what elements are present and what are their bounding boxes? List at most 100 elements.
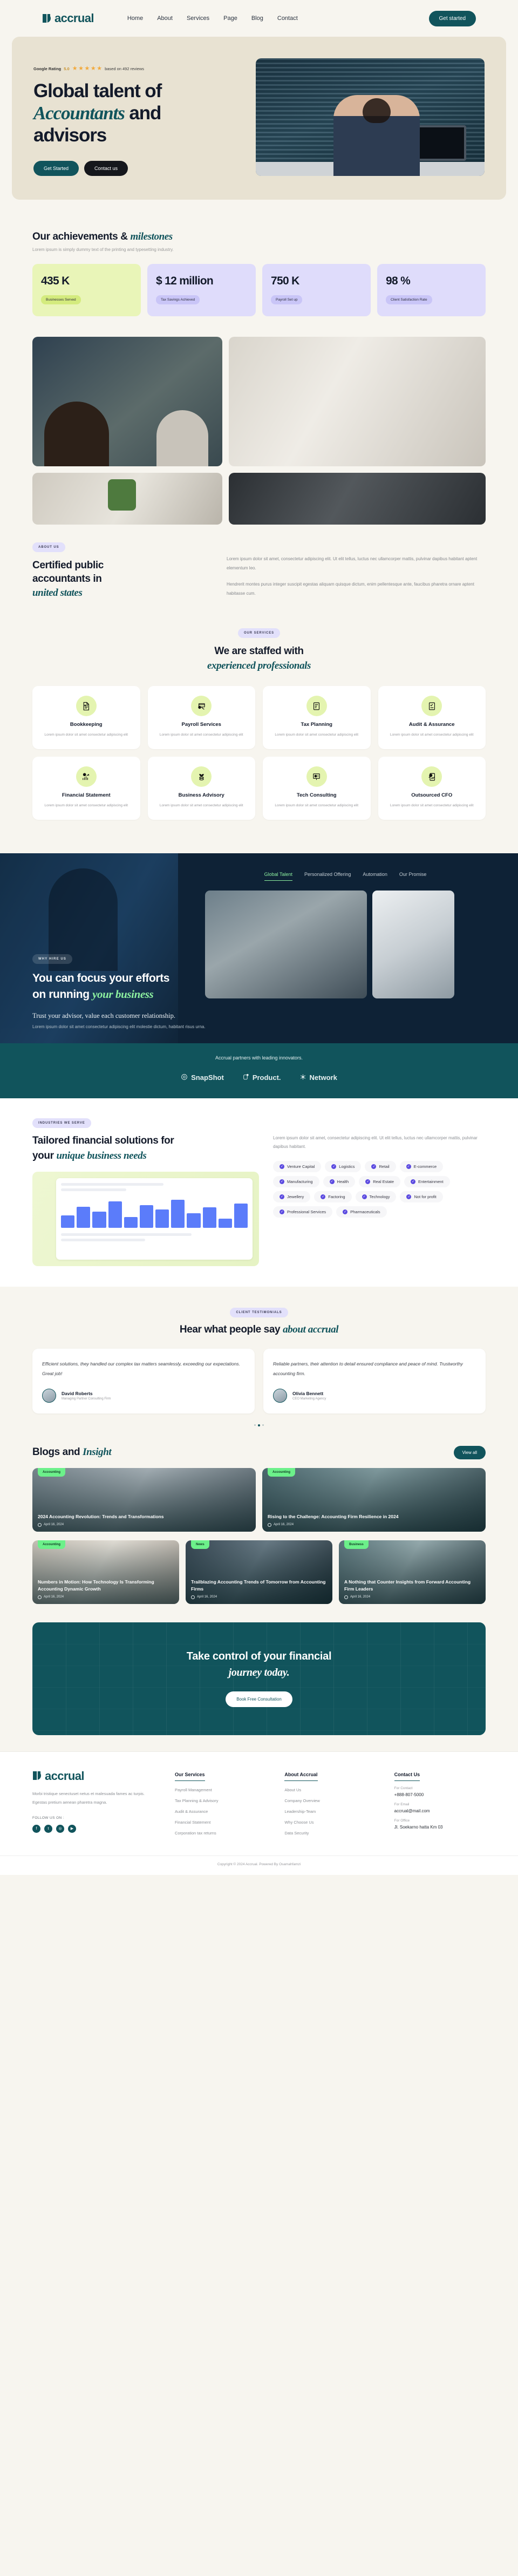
tab-personalized-offering[interactable]: Personalized Offering: [304, 872, 351, 881]
nav-item-blog[interactable]: Blog: [251, 15, 263, 22]
blog-card[interactable]: Accounting 2024 Accounting Revolution: T…: [32, 1467, 256, 1532]
accrual-logo-mark: [32, 1771, 42, 1781]
hero-title-and: and: [124, 102, 161, 124]
industry-tag[interactable]: ✓ Venture Capital: [273, 1160, 322, 1172]
view-all-button[interactable]: View all: [453, 1445, 486, 1459]
blog-card[interactable]: Accounting Rising to the Challenge: Acco…: [262, 1467, 486, 1532]
clock-icon: [191, 1595, 195, 1599]
industry-tag[interactable]: ✓ Manufacturing: [273, 1175, 319, 1187]
blog-card[interactable]: Business A Nothing that Counter Insights…: [339, 1540, 486, 1604]
footer-phone-label: For Contact: [394, 1786, 413, 1790]
dashboard-line: [61, 1239, 145, 1242]
footer-link-payroll-management[interactable]: Payroll Management: [175, 1787, 266, 1792]
footer-email-value[interactable]: accrual@mail.com: [394, 1809, 486, 1813]
tab-global-talent[interactable]: Global Talent: [264, 872, 292, 881]
industry-tag[interactable]: ✓ Real Estate: [359, 1175, 400, 1187]
service-card[interactable]: Tech Consulting Lorem ipsum dolor sit am…: [263, 757, 371, 820]
why-hire-us-section: WHY HIRE US You can focus your efforts o…: [0, 853, 518, 1043]
service-card[interactable]: Tax Planning Lorem ipsum dolor sit amet …: [263, 686, 371, 750]
testimonial-author: Olivia Bennett CEO Marketing Agency: [273, 1388, 476, 1403]
blog-date: April 16, 2024: [350, 1595, 371, 1599]
industry-tag[interactable]: ✓ Health: [323, 1175, 356, 1187]
partner-product[interactable]: Product.: [242, 1073, 281, 1082]
industry-tag[interactable]: ✓ Logistics: [325, 1160, 362, 1172]
blog-tag: Business: [344, 1540, 369, 1549]
carousel-dot[interactable]: [262, 1424, 264, 1426]
check-icon: ✓: [329, 1179, 335, 1184]
footer-email-label: For Email: [394, 1802, 410, 1806]
check-icon: ✓: [362, 1194, 367, 1199]
footer-link-audit-assurance[interactable]: Audit & Assurance: [175, 1809, 266, 1814]
carousel-dot[interactable]: [254, 1424, 256, 1426]
get-started-button[interactable]: Get started: [428, 10, 476, 26]
audit-checklist-icon: [421, 696, 442, 717]
industries-inner: INDUSTRIES WE SERVE Tailored financial s…: [32, 1117, 486, 1267]
industry-tag[interactable]: ✓ Professional Services: [273, 1206, 333, 1218]
industry-tag[interactable]: ✓ Technology: [355, 1191, 397, 1202]
instagram-icon[interactable]: ◎: [56, 1824, 64, 1833]
star-icon: ★: [72, 65, 78, 72]
industry-tag-label: Pharmaceuticals: [350, 1209, 380, 1214]
nav-item-home[interactable]: Home: [127, 15, 143, 22]
industry-tag-label: Technology: [369, 1194, 390, 1199]
testimonial-quote: Efficient solutions, they handled our co…: [42, 1361, 240, 1376]
footer-link-corporation-tax[interactable]: Corporation tax returns: [175, 1831, 266, 1836]
hero-get-started-button[interactable]: Get Started: [33, 160, 79, 176]
footer-logo[interactable]: accrual: [32, 1769, 156, 1783]
about-body: Lorem ipsum dolor sit amet, consectetur …: [227, 541, 486, 606]
service-card[interactable]: Financial Statement Lorem ipsum dolor si…: [32, 757, 140, 820]
industry-tag[interactable]: ✓ Entertainment: [404, 1175, 450, 1187]
footer-link-financial-statement[interactable]: Financial Statement: [175, 1820, 266, 1825]
blog-tag: News: [191, 1540, 209, 1549]
industry-tag-label: Professional Services: [287, 1209, 326, 1214]
youtube-icon[interactable]: ▶: [68, 1824, 76, 1833]
services-title-plain: We are staffed with: [214, 645, 304, 657]
nav-item-contact[interactable]: Contact: [277, 15, 298, 22]
tab-our-promise[interactable]: Our Promise: [399, 872, 427, 881]
facebook-icon[interactable]: f: [32, 1824, 40, 1833]
carousel-dot-active[interactable]: [258, 1424, 260, 1426]
industry-tag[interactable]: ✓ Retail: [365, 1160, 396, 1172]
service-desc: Lorem ipsum dolor sit amet consectetur a…: [390, 733, 474, 737]
service-card[interactable]: Bookkeeping Lorem ipsum dolor sit amet c…: [32, 686, 140, 750]
footer-link-about-us[interactable]: About Us: [284, 1787, 376, 1792]
industry-tag[interactable]: ✓ Pharmaceuticals: [336, 1206, 387, 1218]
service-card[interactable]: Business Advisory Lorem ipsum dolor sit …: [147, 757, 255, 820]
footer-link-why-choose-us[interactable]: Why Choose Us: [284, 1820, 376, 1825]
partner-snapshot[interactable]: SnapShot: [181, 1073, 224, 1082]
blog-date-row: April 16, 2024: [191, 1595, 327, 1599]
footer-phone-value[interactable]: +888-807-5000: [394, 1792, 486, 1797]
nav-item-page[interactable]: Page: [223, 15, 237, 22]
industries-title-emphasis: unique business needs: [56, 1150, 147, 1161]
book-consultation-button[interactable]: Book Free Consultation: [226, 1691, 292, 1707]
nav-item-about[interactable]: About: [157, 15, 173, 22]
stat-label: Businesses Served: [41, 295, 81, 304]
tab-automation[interactable]: Automation: [363, 872, 387, 881]
industry-tag-label: Retail: [379, 1164, 390, 1169]
partner-network[interactable]: Network: [299, 1073, 337, 1082]
footer-link-leadership-team[interactable]: Leadership-Team: [284, 1809, 376, 1814]
footer-link-company-overview[interactable]: Company Overview: [284, 1798, 376, 1803]
service-card[interactable]: Audit & Assurance Lorem ipsum dolor sit …: [378, 686, 486, 750]
twitter-icon[interactable]: t: [44, 1824, 52, 1833]
industry-tag[interactable]: ✓ Factoring: [314, 1191, 352, 1202]
service-card[interactable]: Outsourced CFO Lorem ipsum dolor sit ame…: [378, 757, 486, 820]
brand-name: accrual: [54, 11, 94, 25]
industry-tag[interactable]: ✓ Not for profit: [400, 1191, 443, 1202]
carousel-dots[interactable]: [32, 1424, 486, 1426]
service-card[interactable]: Payroll Services Lorem ipsum dolor sit a…: [147, 686, 255, 750]
service-name: Business Advisory: [178, 792, 224, 799]
footer-link-data-security[interactable]: Data Security: [284, 1831, 376, 1836]
hero-contact-button[interactable]: Contact us: [84, 160, 128, 176]
testimonial-card: Reliable partners, their attention to de…: [263, 1349, 486, 1413]
check-icon: ✓: [406, 1164, 411, 1169]
blog-card[interactable]: Accounting Numbers in Motion: How Techno…: [32, 1540, 179, 1604]
industry-tag[interactable]: ✓ E-commerce: [399, 1160, 444, 1172]
service-desc: Lorem ipsum dolor sit amet consectetur a…: [44, 804, 128, 808]
footer-link-tax-planning[interactable]: Tax Planning & Advisory: [175, 1798, 266, 1803]
blog-card[interactable]: News Trailblazing Accounting Trends of T…: [186, 1540, 332, 1604]
industry-tag-label: Logistics: [339, 1164, 355, 1169]
industry-tag[interactable]: ✓ Jewellery: [273, 1191, 311, 1202]
nav-item-services[interactable]: Services: [187, 15, 209, 22]
brand-logo[interactable]: accrual: [42, 11, 94, 25]
